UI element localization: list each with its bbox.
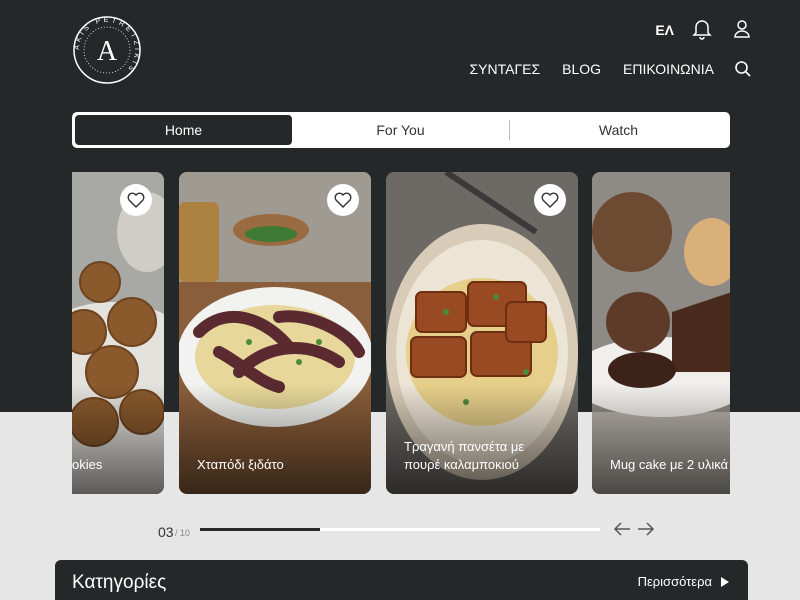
carousel-pager: 03 / 10: [158, 520, 658, 544]
progress-fill: [200, 528, 320, 531]
bell-icon[interactable]: [692, 18, 712, 40]
more-link[interactable]: Περισσότερα: [638, 574, 730, 589]
progress-track[interactable]: [200, 528, 600, 531]
search-icon[interactable]: [734, 60, 752, 78]
recipe-title: Τραγανή πανσέτα με πουρέ καλαμποκιού: [404, 439, 525, 472]
nav-contact[interactable]: ΕΠΙΚΟΙΝΩΝΙΑ: [623, 61, 714, 77]
recipe-card[interactable]: Τραγανή πανσέτα με πουρέ καλαμποκιού: [386, 172, 578, 494]
logo-letter: A: [97, 36, 118, 67]
favorite-heart-icon[interactable]: [120, 184, 152, 216]
card-gradient: [72, 384, 164, 494]
page-total: / 10: [175, 528, 191, 538]
page-current: 03: [158, 524, 174, 540]
recipe-title: Χταπόδι ξιδάτο: [197, 457, 284, 472]
arrow-left-icon[interactable]: [612, 520, 632, 538]
tab-for-you[interactable]: For You: [292, 115, 509, 145]
play-triangle-icon: [721, 576, 729, 587]
tab-home[interactable]: Home: [75, 115, 292, 145]
language-switch[interactable]: ΕΛ: [655, 22, 674, 38]
card-gradient: [592, 384, 730, 494]
tab-bar: Home For You Watch: [72, 112, 730, 148]
user-icon[interactable]: [732, 18, 752, 40]
recipe-carousel[interactable]: okies Χταπόδι ξιδάτο Τραγανή πανσέτα με …: [72, 172, 730, 494]
card-gradient: [179, 384, 371, 494]
header-actions: ΕΛ ΣΥΝΤΑΓΕΣ BLOG ΕΠΙΚΟΙΝΩΝΙΑ: [452, 14, 752, 84]
favorite-heart-icon[interactable]: [534, 184, 566, 216]
recipe-card[interactable]: Mug cake με 2 υλικά: [592, 172, 730, 494]
recipe-card[interactable]: Χταπόδι ξιδάτο: [179, 172, 371, 494]
favorite-heart-icon[interactable]: [327, 184, 359, 216]
recipe-title: okies: [72, 457, 103, 472]
arrow-right-icon[interactable]: [636, 520, 656, 538]
recipe-title: Mug cake με 2 υλικά: [610, 457, 729, 472]
nav-blog[interactable]: BLOG: [562, 61, 601, 77]
more-label: Περισσότερα: [637, 574, 712, 589]
logo[interactable]: AKIS PETRETZIKIS A: [72, 10, 142, 86]
recipe-card[interactable]: okies: [72, 172, 164, 494]
tab-watch[interactable]: Watch: [510, 115, 727, 145]
nav-recipes[interactable]: ΣΥΝΤΑΓΕΣ: [469, 61, 540, 77]
categories-section: Κατηγορίες Περισσότερα: [55, 560, 748, 600]
main-nav: ΣΥΝΤΑΓΕΣ BLOG ΕΠΙΚΟΙΝΩΝΙΑ: [469, 61, 714, 77]
categories-title: Κατηγορίες: [72, 572, 167, 593]
